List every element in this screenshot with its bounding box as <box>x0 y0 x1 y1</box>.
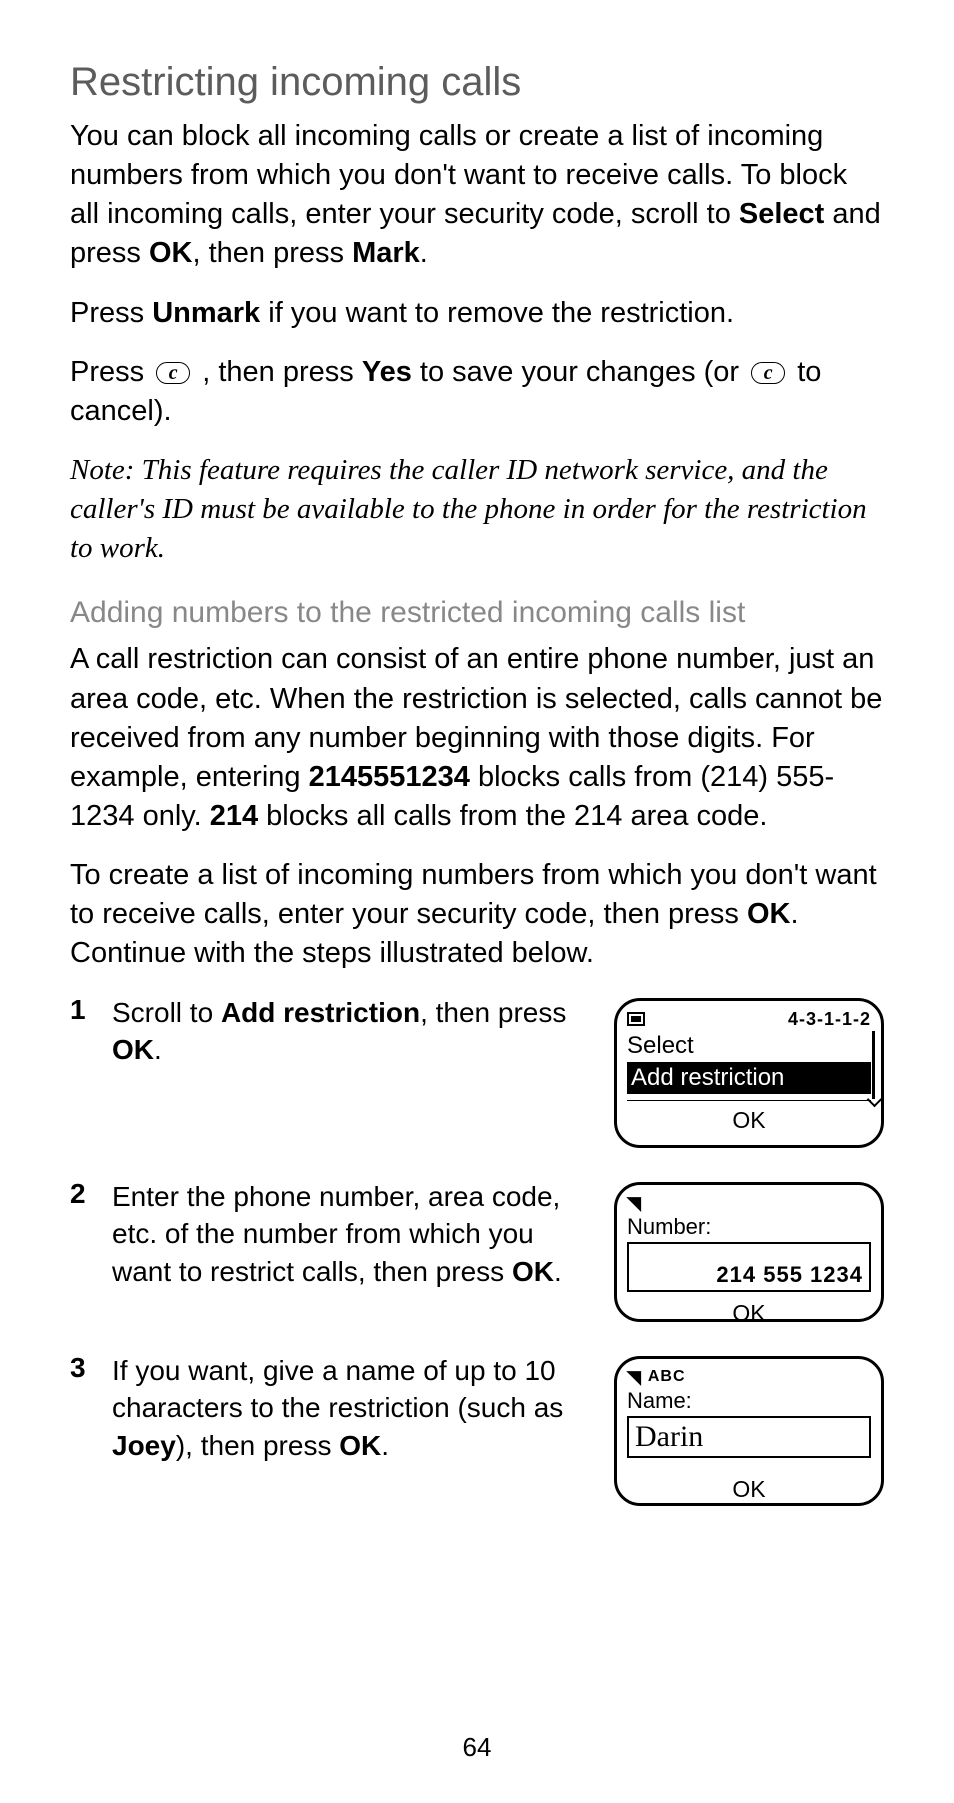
text: ), then press <box>176 1430 339 1461</box>
kw-ok: OK <box>512 1256 554 1287</box>
signal-icon: ◥ <box>627 1367 642 1388</box>
text: Scroll to <box>112 997 221 1028</box>
text: Press <box>70 356 152 388</box>
softkey-ok: OK <box>627 1470 871 1506</box>
kw-unmark: Unmark <box>152 297 260 329</box>
text: . <box>420 237 428 269</box>
kw-joey: Joey <box>112 1430 176 1461</box>
paragraph-save-cancel: Press c , then press Yes to save your ch… <box>70 353 884 431</box>
kw-ok: OK <box>149 237 193 269</box>
kw-yes: Yes <box>362 356 412 388</box>
signal-icon: ◥ <box>627 1193 642 1214</box>
example-number-areacode: 214 <box>210 800 258 832</box>
softkey-ok: OK <box>627 1294 871 1322</box>
page-number: 64 <box>0 1732 954 1763</box>
menu-code: 4-3-1-1-2 <box>788 1009 871 1030</box>
kw-mark: Mark <box>352 237 420 269</box>
text: . <box>154 1034 162 1065</box>
battery-icon <box>627 1012 645 1026</box>
paragraph-intro: You can block all incoming calls or crea… <box>70 117 884 274</box>
number-label: Number: <box>627 1214 871 1244</box>
softkey-ok: OK <box>627 1100 871 1138</box>
kw-select: Select <box>739 198 824 230</box>
phone-screen-3: ◥ ABC Name: Darin OK <box>614 1356 884 1506</box>
kw-add-restriction: Add restriction <box>221 997 420 1028</box>
phone-screen-1: 4-3-1-1-2 Select Add restriction OK <box>614 998 884 1148</box>
step-1: 1 Scroll to Add restriction, then press … <box>70 994 884 1148</box>
kw-ok: OK <box>112 1034 154 1065</box>
text: if you want to remove the restriction. <box>260 297 734 329</box>
step-text: If you want, give a name of up to 10 cha… <box>112 1352 596 1465</box>
text: , then press <box>194 356 362 388</box>
select-label: Select <box>627 1032 871 1060</box>
text: You can block all incoming calls or crea… <box>70 120 847 230</box>
subheading-adding-numbers: Adding numbers to the restricted incomin… <box>70 596 884 630</box>
paragraph-unmark: Press Unmark if you want to remove the r… <box>70 294 884 333</box>
name-input-value: Darin <box>627 1416 871 1458</box>
paragraph-explain-restriction: A call restriction can consist of an ent… <box>70 640 884 836</box>
heading-restricting-calls: Restricting incoming calls <box>70 60 884 105</box>
step-number: 3 <box>70 1352 94 1384</box>
step-3: 3 If you want, give a name of up to 10 c… <box>70 1352 884 1506</box>
paragraph-create-list: To create a list of incoming numbers fro… <box>70 856 884 973</box>
step-number: 1 <box>70 994 94 1026</box>
text: Enter the phone number, area code, etc. … <box>112 1181 560 1288</box>
c-key-icon: c <box>751 362 785 384</box>
kw-ok: OK <box>747 898 791 930</box>
example-number-full: 2145551234 <box>309 761 470 793</box>
name-label: Name: <box>627 1388 871 1418</box>
number-input-value: 214 555 1234 <box>627 1242 871 1292</box>
text: If you want, give a name of up to 10 cha… <box>112 1355 563 1424</box>
note-caller-id: Note: This feature requires the caller I… <box>70 451 884 568</box>
step-text: Enter the phone number, area code, etc. … <box>112 1178 596 1291</box>
scrollbar-icon <box>872 1031 875 1099</box>
step-2: 2 Enter the phone number, area code, etc… <box>70 1178 884 1322</box>
step-number: 2 <box>70 1178 94 1210</box>
text: Press <box>70 297 152 329</box>
text: to save your changes (or <box>412 356 747 388</box>
highlighted-option: Add restriction <box>627 1062 871 1094</box>
text: blocks all calls from the 214 area code. <box>258 800 767 832</box>
phone-screen-2: ◥ Number: 214 555 1234 OK <box>614 1182 884 1322</box>
text: . <box>554 1256 562 1287</box>
text: , then press <box>192 237 352 269</box>
text: , then press <box>420 997 566 1028</box>
c-key-icon: c <box>156 362 190 384</box>
input-mode-abc: ABC <box>648 1368 686 1386</box>
text: . <box>381 1430 389 1461</box>
kw-ok: OK <box>339 1430 381 1461</box>
step-text: Scroll to Add restriction, then press OK… <box>112 994 596 1070</box>
